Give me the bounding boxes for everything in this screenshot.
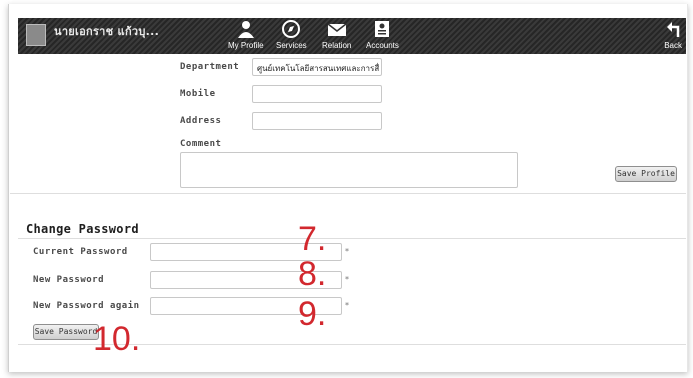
nav-services[interactable]: Services — [276, 20, 307, 50]
address-label: Address — [180, 116, 222, 126]
envelope-icon — [327, 23, 347, 36]
user-name[interactable]: นายเอกราช แก้วบุ... — [54, 22, 159, 40]
required-mark: * — [345, 275, 349, 284]
back-label: Back — [664, 41, 682, 50]
id-card-icon — [375, 21, 390, 37]
comment-textarea[interactable] — [180, 152, 518, 188]
nav-accounts-label: Accounts — [366, 41, 399, 50]
back-arrow-icon — [667, 22, 680, 37]
mobile-field[interactable] — [252, 85, 382, 103]
top-navigation-bar: นายเอกราช แก้วบุ... My Profile Services … — [18, 18, 686, 54]
nav-relation-label: Relation — [322, 41, 352, 50]
required-mark: * — [345, 301, 349, 310]
current-password-label: Current Password — [33, 247, 128, 257]
new-password-label: New Password — [33, 275, 105, 285]
nav-relation[interactable]: Relation — [322, 20, 351, 50]
save-password-button[interactable]: Save Password — [33, 324, 99, 340]
divider — [10, 193, 686, 194]
mobile-label: Mobile — [180, 89, 216, 99]
user-icon — [237, 21, 254, 38]
compass-icon — [282, 20, 301, 38]
new-password-again-label: New Password again — [33, 301, 140, 311]
nav-my-profile[interactable]: My Profile — [228, 20, 264, 50]
department-value: ศูนย์เทคโนโลยีสารสนเทศและการสื่อสาร — [257, 64, 379, 73]
nav-accounts[interactable]: Accounts — [366, 20, 399, 50]
annotation-step-8: 8. — [298, 255, 327, 293]
required-mark: * — [345, 247, 349, 256]
section-title-change-password: Change Password — [26, 222, 139, 236]
address-field[interactable] — [252, 112, 382, 130]
divider — [18, 238, 686, 239]
annotation-step-9: 9. — [298, 295, 327, 333]
back-button[interactable]: Back — [664, 20, 682, 50]
avatar[interactable] — [26, 24, 46, 46]
department-label: Department — [180, 62, 240, 72]
comment-label: Comment — [180, 139, 222, 149]
annotation-step-7: 7. — [298, 220, 327, 258]
department-field[interactable]: ศูนย์เทคโนโลยีสารสนเทศและการสื่อสาร — [252, 58, 382, 76]
nav-my-profile-label: My Profile — [228, 41, 264, 50]
annotation-step-10: 10. — [93, 320, 141, 358]
nav-services-label: Services — [276, 41, 307, 50]
save-profile-button[interactable]: Save Profile — [615, 166, 677, 182]
